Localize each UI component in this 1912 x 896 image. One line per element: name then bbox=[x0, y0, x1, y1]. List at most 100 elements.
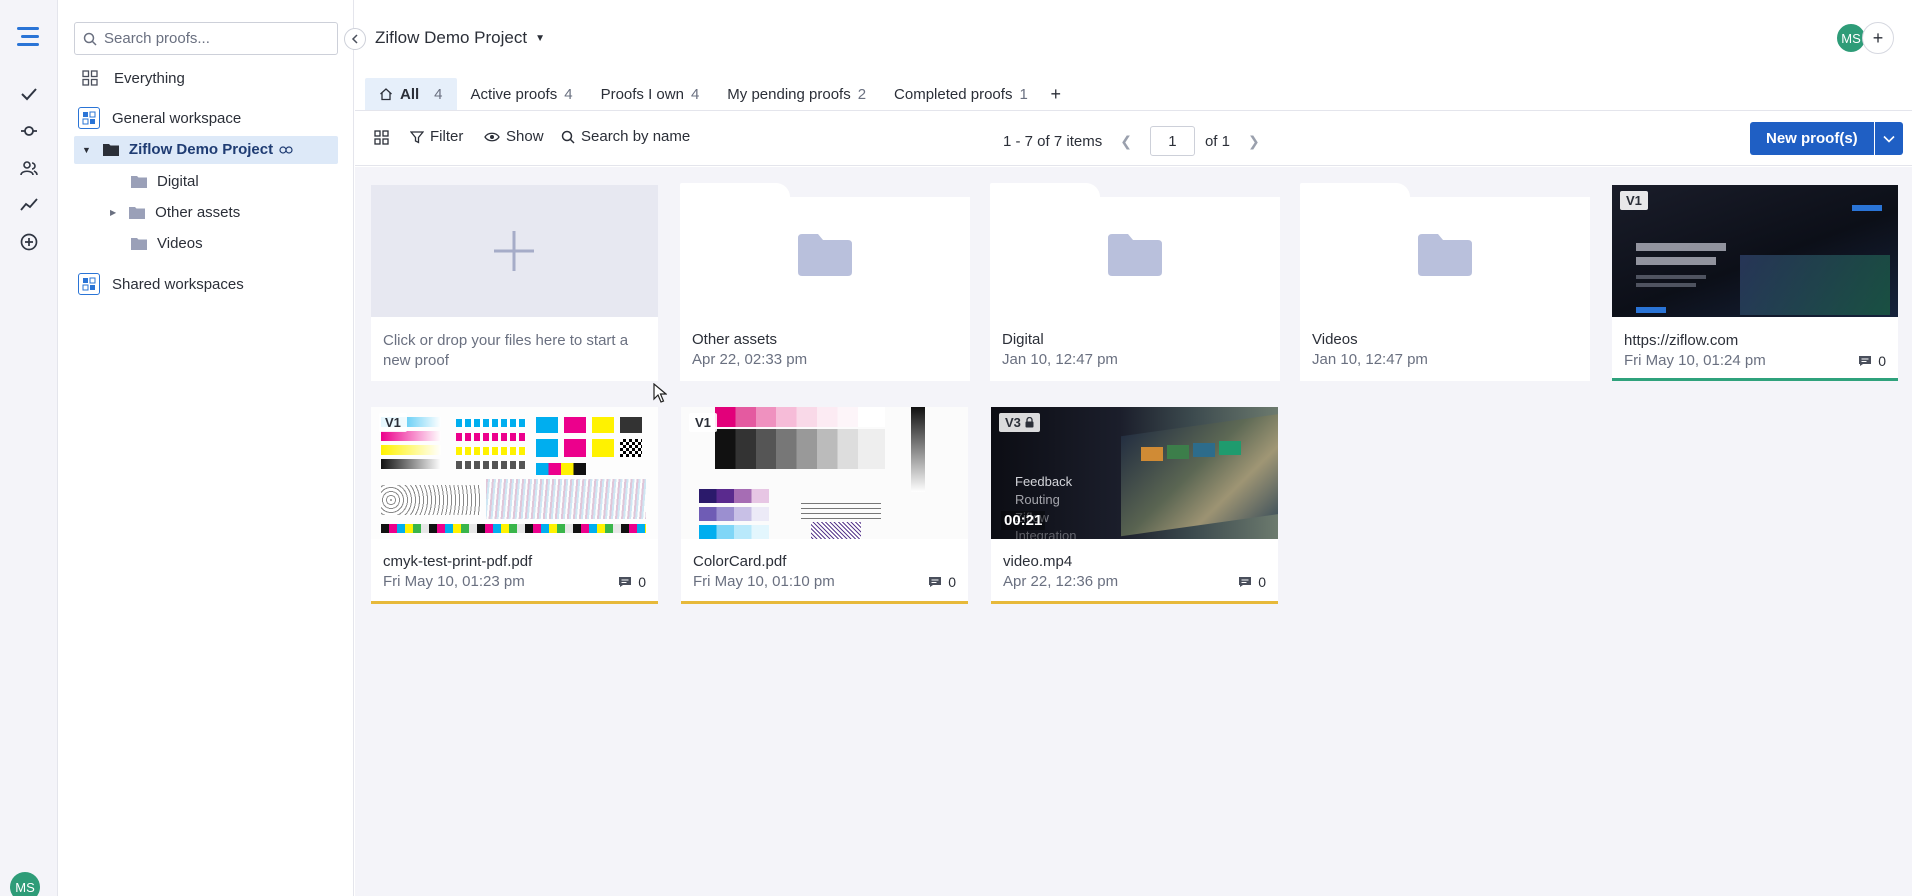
proof-card-colorcard-pdf[interactable]: V1 ColorCard.pdf Fri May 10, 01:10 pm 0 bbox=[681, 407, 968, 604]
chevron-left-icon[interactable]: ❮ bbox=[1112, 133, 1140, 150]
proof-card-cmyk-pdf[interactable]: V1 cmyk-test-print-pdf.pdf Fri May 10, 0… bbox=[371, 407, 658, 604]
proof-name: ColorCard.pdf bbox=[693, 553, 787, 570]
folder-icon bbox=[129, 207, 146, 219]
comment-count[interactable]: 0 bbox=[618, 574, 646, 590]
status-bar bbox=[681, 601, 968, 604]
tab-proofs-i-own[interactable]: Proofs I own 4 bbox=[587, 78, 714, 110]
folder-name: Digital bbox=[1002, 331, 1044, 348]
page-number-input[interactable] bbox=[1149, 126, 1195, 156]
folder-card-videos[interactable]: Videos Jan 10, 12:47 pm bbox=[1300, 183, 1590, 381]
project-title-dropdown[interactable]: Ziflow Demo Project ▼ bbox=[375, 28, 545, 48]
folder-tree-panel: Everything General workspace ▼ Ziflow De… bbox=[58, 0, 354, 896]
version-badge: V3 bbox=[999, 413, 1040, 432]
tree-item-label: Other assets bbox=[155, 204, 241, 221]
video-frame-line-feedback: Feedback bbox=[1015, 474, 1073, 489]
collapse-panel-button[interactable] bbox=[344, 28, 366, 50]
people-icon[interactable] bbox=[12, 153, 46, 183]
video-duration: 00:21 bbox=[1001, 511, 1046, 530]
folder-card-other-assets[interactable]: Other assets Apr 22, 02:33 pm bbox=[680, 183, 970, 381]
tree-item-ziflow-demo-project[interactable]: ▼ Ziflow Demo Project bbox=[82, 141, 293, 158]
workflow-icon[interactable] bbox=[12, 116, 46, 146]
tab-count: 1 bbox=[1019, 85, 1028, 103]
upload-area[interactable] bbox=[371, 185, 658, 317]
tree-item-digital[interactable]: Digital bbox=[131, 173, 199, 190]
new-proofs-button[interactable]: New proof(s) bbox=[1750, 122, 1874, 155]
proof-date: Fri May 10, 01:10 pm bbox=[693, 573, 835, 590]
tab-count: 4 bbox=[564, 85, 573, 103]
items-range: 1 - 7 of 7 items bbox=[1003, 132, 1103, 150]
tab-all[interactable]: All 4 bbox=[365, 78, 457, 110]
upload-hint: Click or drop your files here to start a… bbox=[383, 332, 629, 369]
filter-button[interactable]: Filter bbox=[410, 128, 463, 145]
tab-label: All bbox=[400, 85, 420, 103]
proof-card-video[interactable]: Feedback Routing Ziflow Integration V3 0… bbox=[991, 407, 1278, 604]
add-tab-button[interactable]: + bbox=[1042, 78, 1070, 110]
search-by-name-label: Search by name bbox=[581, 128, 691, 145]
tree-item-everything[interactable]: Everything bbox=[80, 68, 185, 88]
caret-right-icon[interactable]: ▶ bbox=[110, 208, 116, 217]
tab-active-proofs[interactable]: Active proofs 4 bbox=[457, 78, 587, 110]
version-label: V3 bbox=[1005, 415, 1021, 430]
grid-view-button[interactable] bbox=[374, 130, 389, 145]
tab-count: 4 bbox=[434, 85, 443, 103]
version-badge: V1 bbox=[379, 413, 407, 432]
status-bar bbox=[1612, 378, 1898, 381]
video-frame-line-routing: Routing bbox=[1015, 492, 1060, 507]
show-button[interactable]: Show bbox=[484, 128, 544, 145]
search-proofs-field[interactable] bbox=[74, 22, 338, 55]
folder-icon bbox=[131, 176, 147, 188]
grid-view-icon bbox=[374, 130, 389, 145]
folder-name: Other assets bbox=[692, 331, 778, 348]
tree-item-label: General workspace bbox=[112, 109, 242, 127]
analytics-icon[interactable] bbox=[12, 190, 46, 220]
search-by-name-button[interactable]: Search by name bbox=[561, 128, 690, 145]
caret-down-icon[interactable]: ▼ bbox=[82, 145, 91, 155]
upload-dropzone-card[interactable]: Click or drop your files here to start a… bbox=[371, 185, 658, 381]
new-proofs-dropdown-button[interactable] bbox=[1874, 122, 1903, 155]
proof-card-website[interactable]: V1 https://ziflow.com Fri May 10, 01:24 … bbox=[1612, 185, 1898, 381]
proofs-grid: Click or drop your files here to start a… bbox=[355, 167, 1912, 896]
tree-item-shared-workspaces[interactable]: Shared workspaces bbox=[78, 273, 244, 295]
comment-count[interactable]: 0 bbox=[1858, 353, 1886, 369]
version-badge: V1 bbox=[1620, 191, 1648, 210]
tree-item-label: Ziflow Demo Project bbox=[128, 141, 274, 158]
tree-item-videos[interactable]: Videos bbox=[131, 235, 203, 252]
chevron-left-icon bbox=[351, 34, 358, 44]
workspace-icon bbox=[78, 107, 100, 129]
tree-item-general-workspace[interactable]: General workspace bbox=[78, 107, 241, 129]
comment-icon bbox=[1239, 577, 1252, 587]
add-circle-icon[interactable] bbox=[12, 227, 46, 257]
folder-icon bbox=[798, 234, 852, 276]
website-thumbnail: V1 bbox=[1612, 185, 1898, 317]
search-icon bbox=[561, 130, 575, 144]
tab-my-pending-proofs[interactable]: My pending proofs 2 bbox=[713, 78, 880, 110]
tab-count: 2 bbox=[857, 85, 867, 103]
checkmark-proofs-icon[interactable] bbox=[12, 79, 46, 109]
workspace-icon bbox=[78, 273, 100, 295]
plus-icon bbox=[494, 231, 534, 271]
tree-item-other-assets[interactable]: ▶ Other assets bbox=[110, 204, 240, 221]
folder-icon bbox=[131, 238, 147, 250]
home-icon bbox=[380, 88, 392, 101]
chevron-right-icon[interactable]: ❯ bbox=[1240, 133, 1268, 150]
folder-date: Apr 22, 02:33 pm bbox=[692, 351, 808, 368]
tab-completed-proofs[interactable]: Completed proofs 1 bbox=[880, 78, 1042, 110]
add-member-button[interactable]: + bbox=[1862, 22, 1894, 54]
comment-count[interactable]: 0 bbox=[1238, 574, 1266, 590]
comment-count[interactable]: 0 bbox=[928, 574, 956, 590]
ziflow-logo-icon[interactable] bbox=[12, 22, 46, 52]
folder-name: Videos bbox=[1312, 331, 1358, 348]
tab-label: Proofs I own bbox=[600, 85, 684, 103]
grid-icon bbox=[80, 68, 100, 88]
chevron-down-icon bbox=[1883, 135, 1895, 143]
pdf-thumbnail: V1 bbox=[681, 407, 968, 539]
comment-icon bbox=[1859, 356, 1872, 366]
folder-date: Jan 10, 12:47 pm bbox=[1002, 351, 1118, 368]
caret-down-icon: ▼ bbox=[535, 32, 546, 44]
tab-label: Completed proofs bbox=[894, 85, 1013, 103]
search-proofs-input[interactable] bbox=[104, 30, 324, 47]
comment-count-value: 0 bbox=[638, 574, 646, 590]
folder-card-digital[interactable]: Digital Jan 10, 12:47 pm bbox=[990, 183, 1280, 381]
user-avatar[interactable]: MS bbox=[10, 872, 40, 896]
proof-date: Apr 22, 12:36 pm bbox=[1003, 573, 1119, 590]
